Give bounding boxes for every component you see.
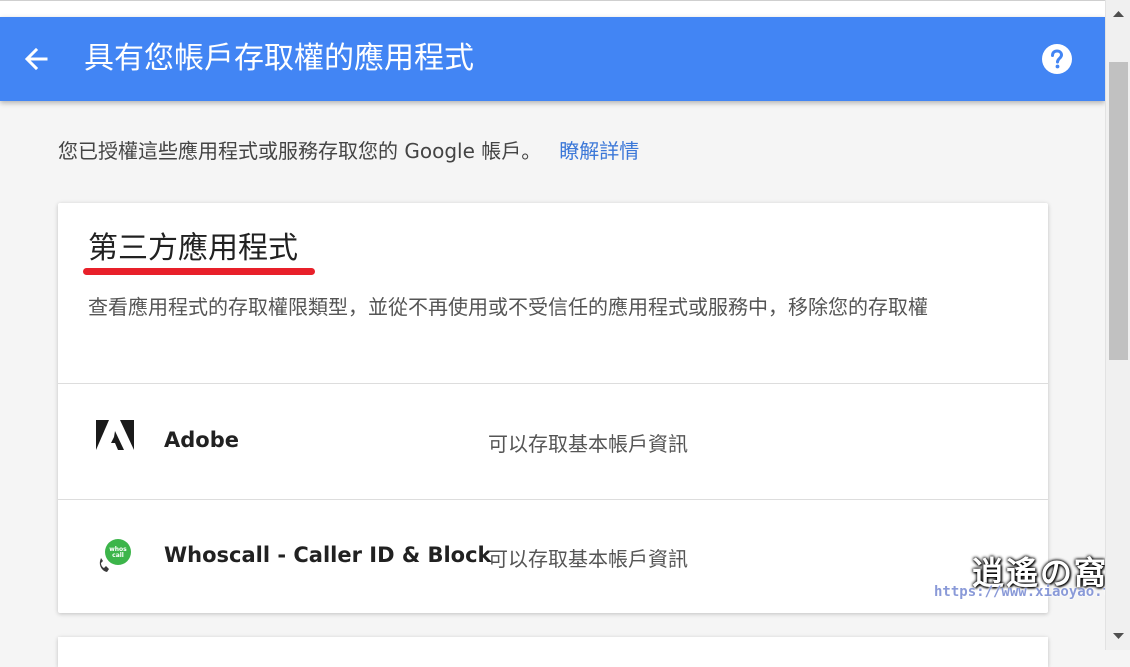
app-name: Whoscall - Caller ID & Block (164, 543, 492, 567)
app-access-level: 可以存取基本帳戶資訊 (488, 432, 688, 456)
back-button[interactable] (20, 43, 52, 75)
learn-more-link[interactable]: 瞭解詳情 (559, 139, 639, 163)
next-section-card (58, 637, 1048, 667)
app-row-adobe[interactable]: Adobe 可以存取基本帳戶資訊 (58, 384, 1048, 499)
scroll-up-button[interactable] (1106, 0, 1130, 28)
app-name: Adobe (164, 428, 239, 452)
help-button[interactable] (1041, 43, 1073, 75)
scroll-thumb[interactable] (1109, 62, 1128, 360)
vertical-scrollbar[interactable] (1105, 0, 1130, 650)
intro-message: 您已授權這些應用程式或服務存取您的 Google 帳戶。 (58, 139, 542, 163)
red-underline-annotation (83, 268, 315, 275)
app-row-whoscall[interactable]: whos call Whoscall - Caller ID & Block 可… (58, 500, 1048, 615)
scroll-up-arrow-icon (1113, 11, 1124, 17)
scroll-down-button[interactable] (1106, 622, 1130, 650)
adobe-logo-icon (96, 420, 134, 450)
third-party-apps-card: 第三方應用程式 查看應用程式的存取權限類型，並從不再使用或不受信任的應用程式或服… (58, 203, 1048, 613)
section-description: 查看應用程式的存取權限類型，並從不再使用或不受信任的應用程式或服務中，移除您的存… (88, 295, 928, 319)
app-access-level: 可以存取基本帳戶資訊 (488, 547, 688, 571)
browser-top-edge (0, 0, 1105, 18)
whoscall-logo-icon: whos call (99, 539, 131, 572)
watermark: 逍遙の窩 https://www.xiaoyao.tw/ (934, 548, 1130, 604)
section-title: 第三方應用程式 (88, 231, 298, 266)
app-bar: 具有您帳戶存取權的應用程式 (0, 17, 1105, 101)
intro-text: 您已授權這些應用程式或服務存取您的 Google 帳戶。 瞭解詳情 (58, 136, 639, 166)
svg-text:call: call (112, 552, 124, 559)
arrow-back-icon (24, 47, 48, 71)
scroll-down-arrow-icon (1113, 633, 1124, 639)
help-icon (1042, 44, 1072, 74)
page-title: 具有您帳戶存取權的應用程式 (84, 41, 474, 76)
watermark-url: https://www.xiaoyao.tw/ (934, 584, 1128, 600)
